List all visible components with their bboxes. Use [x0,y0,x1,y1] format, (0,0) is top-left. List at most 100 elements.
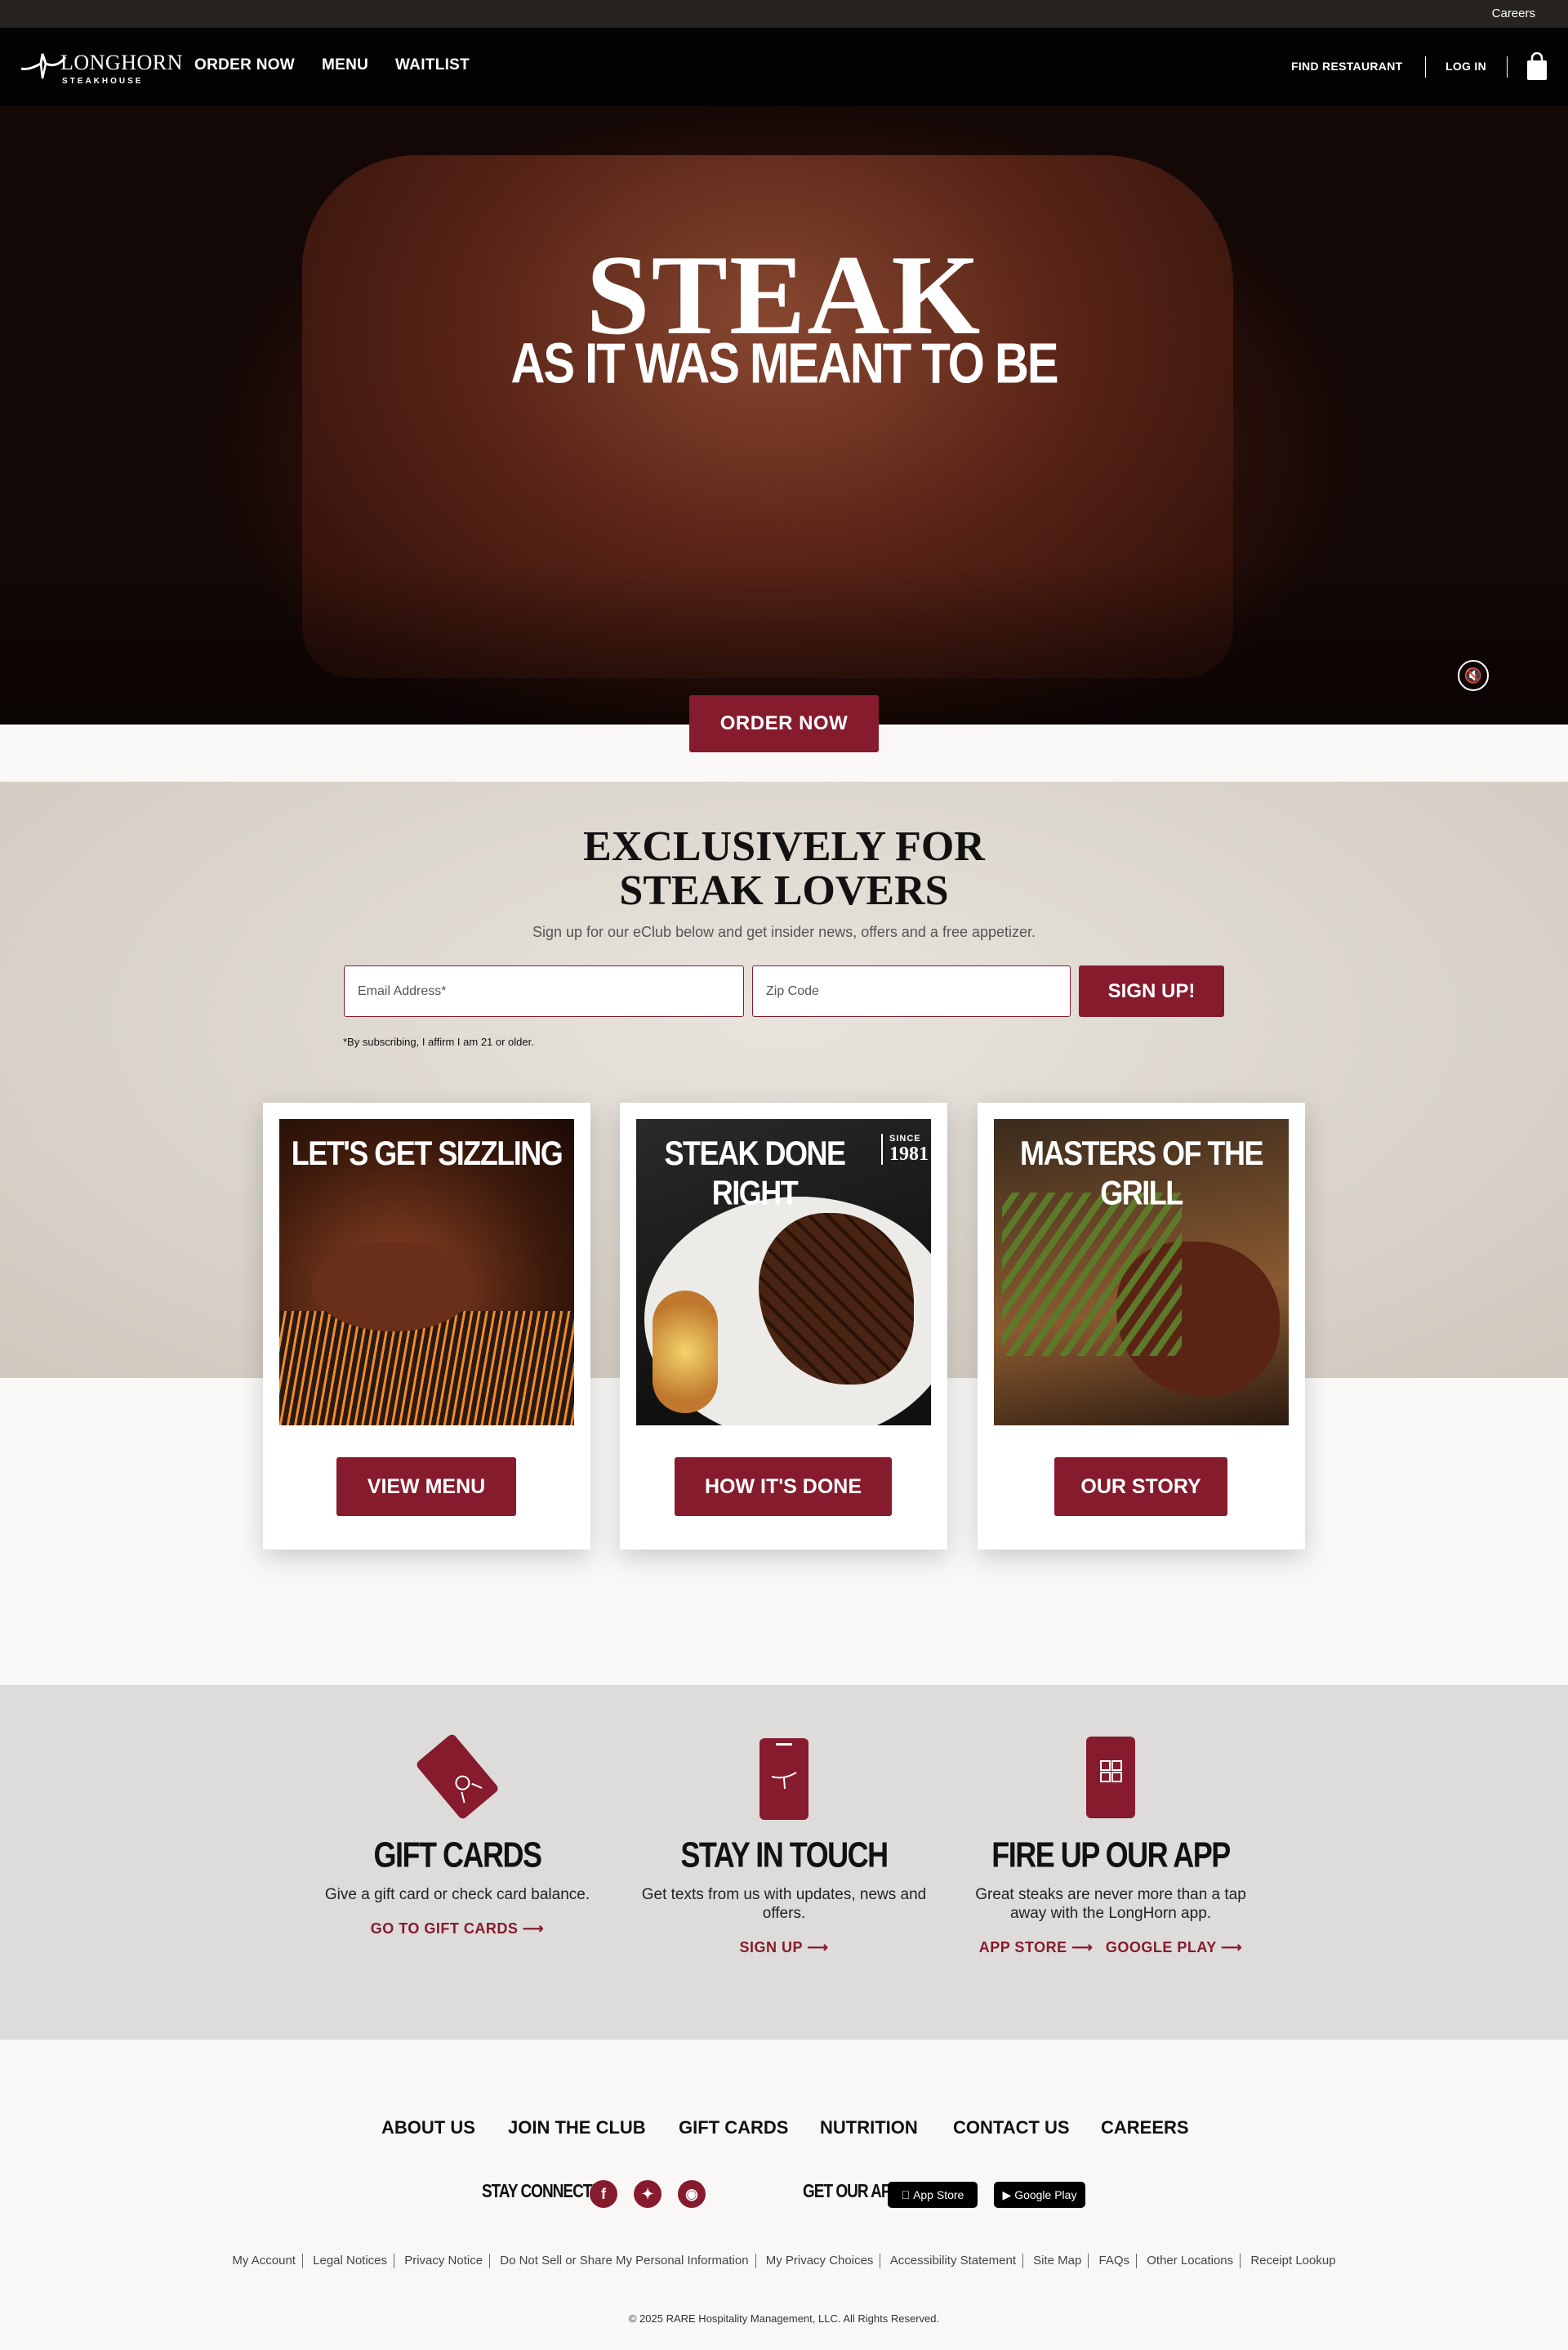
legal-receipt-lookup[interactable]: Receipt Lookup [1250,2254,1335,2268]
google-play-link[interactable]: GOOGLE PLAY [1106,1939,1217,1955]
footer-contact-us[interactable]: CONTACT US [953,2117,1070,2138]
order-now-button[interactable]: ORDER NOW [689,695,879,752]
legal-accessibility[interactable]: Accessibility Statement [890,2254,1016,2268]
hero-subtitle: AS IT WAS MEANT TO BE [510,332,1058,396]
age-affirmation: *By subscribing, I affirm I am 21 or old… [343,1036,534,1048]
link-separator [489,2254,491,2269]
nav-waitlist[interactable]: WAITLIST [395,56,470,74]
link-separator [1022,2254,1023,2269]
potato-shape [653,1291,718,1413]
grill-flames [279,1311,574,1425]
since-label: SINCE [889,1134,921,1144]
legal-faqs[interactable]: FAQs [1099,2254,1130,2268]
footer-careers[interactable]: CAREERS [1101,2117,1189,2138]
legal-privacy-notice[interactable]: Privacy Notice [404,2254,483,2268]
link-separator [1240,2254,1241,2269]
steak-shape [312,1242,475,1331]
log-in-link[interactable]: LOG IN [1446,60,1486,73]
site-header: LONGHORN STEAKHOUSE ORDER NOW MENU WAITL… [0,28,1568,106]
google-play-badge[interactable]: ▶ Google Play [994,2182,1085,2208]
go-to-gift-cards-link[interactable]: GO TO GIFT CARDS [371,1920,519,1937]
card-caption: LET'S GET SIZZLING [291,1134,564,1173]
caption-divider [881,1134,883,1165]
phone-icon [739,1732,829,1822]
apple-icon:  [902,2188,913,2201]
menu-card: LET'S GET SIZZLING VIEW MENU [263,1103,590,1550]
link-separator [1088,2254,1089,2269]
eclub-title-line1: EXCLUSIVELY FOR [583,823,985,870]
link-separator [1136,2254,1138,2269]
feature-title: GIFT CARDS [373,1834,543,1875]
feature-description: Give a gift card or check card balance. [324,1886,590,1903]
our-story-card: MASTERS OF THE GRILL OUR STORY [978,1103,1305,1550]
sizzling-steaks-image: LET'S GET SIZZLING [279,1119,574,1425]
arrow-right-icon: ⟶ [802,1939,829,1955]
header-divider [1425,56,1426,78]
hero-banner [0,106,1568,725]
google-play-badge-label: Google Play [1014,2188,1077,2201]
footer-nutrition[interactable]: NUTRITION [820,2117,918,2138]
gift-cards-feature: GIFT CARDS Give a gift card or check car… [310,1732,604,1938]
legal-do-not-sell[interactable]: Do Not Sell or Share My Personal Informa… [500,2254,748,2268]
shopping-bag-icon[interactable] [1526,52,1548,82]
app-store-link[interactable]: APP STORE [979,1939,1067,1955]
app-phone-icon [1066,1732,1156,1822]
arrow-right-icon: ⟶ [1216,1939,1243,1955]
footer-join-the-club[interactable]: JOIN THE CLUB [508,2117,646,2138]
eclub-title: EXCLUSIVELY FOR STEAK LOVERS [0,825,1568,913]
copyright: © 2025 RARE Hospitality Management, LLC.… [628,2312,940,2325]
feature-title: STAY IN TOUCH [680,1834,889,1875]
eclub-description: Sign up for our eClub below and get insi… [532,924,1036,940]
longhorn-horns-icon [20,53,67,79]
legal-privacy-choices[interactable]: My Privacy Choices [766,2254,874,2268]
logo-wordmark: LONGHORN [60,51,183,74]
card-caption: STEAK DONE RIGHT [664,1134,846,1212]
longhorn-logo[interactable]: LONGHORN STEAKHOUSE [18,42,182,91]
twitter-icon[interactable]: ✦ [634,2180,662,2208]
view-menu-button[interactable]: VIEW MENU [336,1457,516,1516]
app-store-badge-label: App Store [906,2188,964,2201]
eclub-title-line2: STEAK LOVERS [619,867,949,914]
legal-links: My Account Legal Notices Privacy Notice … [0,2254,1568,2269]
header-divider [1507,56,1508,78]
utility-bar: Careers [0,0,1568,28]
since-year: 1981 [889,1144,929,1165]
steak-asparagus-image: MASTERS OF THE GRILL [994,1119,1289,1425]
app-store-badge[interactable]:  App Store [888,2182,978,2208]
email-field[interactable]: Email Address* [344,965,744,1017]
zip-code-field[interactable]: Zip Code [752,965,1071,1017]
play-icon: ▶ [1002,2188,1015,2201]
arrow-right-icon: ⟶ [518,1920,545,1937]
careers-link[interactable]: Careers [1492,7,1535,20]
card-caption: MASTERS OF THE GRILL [1019,1134,1264,1212]
how-its-done-card: STEAK DONE RIGHT SINCE 1981 HOW IT'S DON… [620,1103,947,1550]
stay-in-touch-feature: STAY IN TOUCH Get texts from us with upd… [637,1732,931,1956]
mute-icon[interactable]: 🔇 [1458,660,1489,691]
arrow-right-icon: ⟶ [1067,1939,1102,1955]
gift-card-icon [412,1732,502,1822]
legal-other-locations[interactable]: Other Locations [1147,2254,1233,2268]
tbone-steak-image: STEAK DONE RIGHT SINCE 1981 [636,1119,931,1425]
fire-up-app-feature: FIRE UP OUR APP Great steaks are never m… [964,1732,1258,1956]
logo-subtitle: STEAKHOUSE [62,77,144,86]
sign-up-link[interactable]: SIGN UP [740,1939,803,1955]
get-our-app-label: GET OUR APP [803,2181,901,2202]
feature-title: FIRE UP OUR APP [991,1834,1231,1875]
legal-legal-notices[interactable]: Legal Notices [313,2254,387,2268]
feature-description: Great steaks are never more than a tap a… [975,1886,1246,1922]
find-restaurant-link[interactable]: FIND RESTAURANT [1291,60,1402,73]
our-story-button[interactable]: OUR STORY [1054,1457,1227,1516]
nav-menu[interactable]: MENU [322,56,368,74]
legal-site-map[interactable]: Site Map [1033,2254,1081,2268]
link-separator [301,2254,303,2269]
instagram-icon[interactable]: ◉ [678,2180,706,2208]
feature-description: Get texts from us with updates, news and… [641,1886,927,1922]
footer-about-us[interactable]: ABOUT US [381,2117,475,2138]
footer-gift-cards[interactable]: GIFT CARDS [679,2117,788,2138]
nav-order-now[interactable]: ORDER NOW [194,56,295,74]
how-its-done-button[interactable]: HOW IT'S DONE [675,1457,892,1516]
asparagus-shape [1002,1193,1182,1356]
legal-my-account[interactable]: My Account [232,2254,296,2268]
sign-up-button[interactable]: SIGN UP! [1079,965,1224,1017]
facebook-icon[interactable]: f [590,2180,617,2208]
